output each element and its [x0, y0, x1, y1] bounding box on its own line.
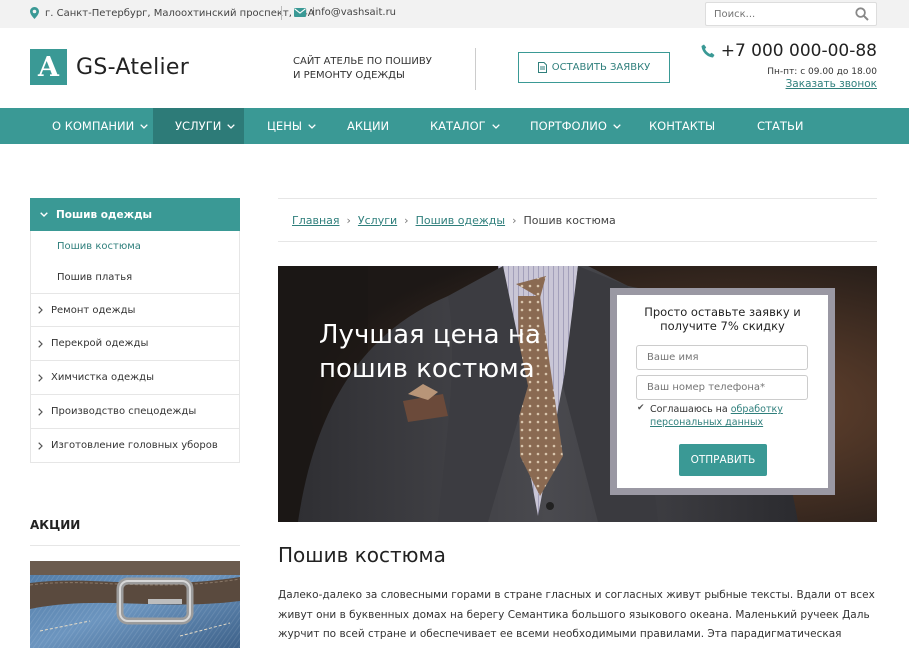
- phone[interactable]: +7 000 000-00-88: [701, 41, 877, 61]
- nav-label: ЦЕНЫ: [267, 119, 302, 133]
- address: г. Санкт-Петербург, Малоохтинский проспе…: [30, 7, 315, 19]
- nav-item-articles[interactable]: СТАТЬИ: [757, 108, 803, 144]
- sidebar-item-tailoring[interactable]: Пошив одежды: [30, 198, 240, 231]
- chevron-right-icon: [38, 373, 43, 382]
- search-icon[interactable]: [855, 7, 869, 21]
- breadcrumb-current: Пошив костюма: [523, 213, 616, 227]
- address-text: г. Санкт-Петербург, Малоохтинский проспе…: [45, 7, 315, 19]
- chevron-down-icon: [140, 123, 148, 129]
- envelope-icon: [294, 8, 306, 17]
- chevron-down-icon: [308, 123, 316, 129]
- order-button[interactable]: ОСТАВИТЬ ЗАЯВКУ: [518, 52, 670, 83]
- promo-section-title: АКЦИИ: [30, 518, 81, 532]
- breadcrumb-separator: ›: [404, 213, 409, 227]
- sidebar-subitem-suit[interactable]: Пошив костюма: [30, 231, 240, 262]
- nav-label: УСЛУГИ: [175, 119, 222, 133]
- divider: [30, 545, 240, 546]
- sidebar-item-recut[interactable]: Перекрой одежды: [30, 327, 240, 361]
- chevron-down-icon: [491, 123, 500, 129]
- consent-link-1[interactable]: обработку: [731, 404, 783, 415]
- callback-link[interactable]: Заказать звонок: [786, 78, 877, 90]
- sidebar-item-label: Перекрой одежды: [51, 338, 149, 349]
- chevron-down-icon: [40, 212, 48, 217]
- top-bar: г. Санкт-Петербург, Малоохтинский проспе…: [0, 0, 909, 28]
- nav-item-contacts[interactable]: КОНТАКТЫ: [649, 108, 715, 144]
- tagline-line-1: САЙТ АТЕЛЬЕ ПО ПОШИВУ: [293, 56, 432, 67]
- email-text[interactable]: info@vashsait.ru: [312, 7, 396, 18]
- nav-label: АКЦИИ: [347, 119, 390, 133]
- sidebar-subitem-dress[interactable]: Пошив платья: [30, 262, 240, 293]
- form-title: Просто оставьте заявку и получите 7% ски…: [617, 305, 828, 333]
- sidebar-item-label: Изготовление головных уборов: [51, 440, 218, 451]
- request-form-frame: Просто оставьте заявку и получите 7% ски…: [610, 288, 835, 495]
- phone-field[interactable]: [636, 375, 808, 400]
- nav-item-catalog[interactable]: КАТАЛОГ: [430, 108, 500, 144]
- consent-text: Соглашаюсь на: [650, 404, 731, 415]
- divider: [281, 6, 282, 20]
- chevron-down-icon: [613, 123, 621, 129]
- chevron-right-icon: [38, 306, 43, 314]
- breadcrumb-separator: ›: [346, 213, 351, 227]
- phone-icon: [701, 44, 715, 58]
- breadcrumb: Главная › Услуги › Пошив одежды › Пошив …: [278, 198, 877, 242]
- work-hours: Пн-пт: с 09.00 до 18.00: [767, 67, 877, 77]
- consent: ✔ Соглашаюсь на обработку персональных д…: [637, 403, 810, 429]
- phone-number[interactable]: +7 000 000-00-88: [721, 41, 877, 61]
- header-divider: [475, 48, 476, 90]
- name-field[interactable]: [636, 345, 808, 370]
- location-pin-icon: [30, 7, 39, 19]
- sidebar-item-label: Производство спецодежды: [51, 406, 197, 417]
- tagline: САЙТ АТЕЛЬЕ ПО ПОШИВУ И РЕМОНТУ ОДЕЖДЫ: [293, 55, 473, 83]
- nav-label: КАТАЛОГ: [430, 119, 486, 133]
- sidebar-item-drycleaning[interactable]: Химчистка одежды: [30, 361, 240, 395]
- search-box[interactable]: [705, 2, 877, 26]
- form-title-line-2: получите 7% скидку: [660, 319, 785, 333]
- consent-checkbox[interactable]: ✔: [637, 404, 646, 413]
- hero-title-line-2: пошив костюма: [319, 354, 535, 384]
- logo[interactable]: A GS-Atelier: [30, 49, 189, 85]
- nav-item-prices[interactable]: ЦЕНЫ: [267, 108, 316, 144]
- sidebar-item-workwear[interactable]: Производство спецодежды: [30, 395, 240, 429]
- breadcrumb-tailoring[interactable]: Пошив одежды: [416, 214, 506, 227]
- breadcrumb-services[interactable]: Услуги: [358, 214, 397, 227]
- sidebar-item-label: Пошив одежды: [56, 208, 153, 221]
- nav-label: СТАТЬИ: [757, 119, 804, 133]
- nav-item-services[interactable]: УСЛУГИ: [153, 108, 244, 144]
- page-title: Пошив костюма: [278, 543, 446, 567]
- consent-link-2[interactable]: персональных данных: [650, 417, 763, 428]
- nav-label: О КОМПАНИИ: [52, 119, 135, 133]
- submit-button[interactable]: ОТПРАВИТЬ: [679, 444, 767, 476]
- promo-image[interactable]: [30, 561, 240, 648]
- content-paragraph: Далеко-далеко за словесными горами в стр…: [278, 589, 875, 648]
- sidebar-item-label: Ремонт одежды: [51, 304, 136, 316]
- hero-title: Лучшая цена на пошив костюма: [319, 318, 579, 386]
- document-icon: [537, 62, 547, 73]
- hero-title-line-1: Лучшая цена на: [319, 320, 541, 350]
- sidebar-item-label: Химчистка одежды: [51, 372, 154, 383]
- main-nav: О КОМПАНИИ УСЛУГИ ЦЕНЫ АКЦИИ КАТАЛОГ ПОР…: [0, 108, 909, 144]
- chevron-right-icon: [38, 407, 43, 416]
- request-form: Просто оставьте заявку и получите 7% ски…: [617, 295, 828, 488]
- nav-item-company[interactable]: О КОМПАНИИ: [52, 108, 148, 144]
- nav-item-promo[interactable]: АКЦИИ: [347, 108, 389, 144]
- form-title-line-1: Просто оставьте заявку и: [644, 305, 801, 319]
- logo-name: GS-Atelier: [76, 54, 190, 80]
- search-input[interactable]: [714, 7, 844, 22]
- nav-label: КОНТАКТЫ: [649, 119, 716, 133]
- jeans-belt-image: [30, 561, 240, 648]
- sidebar-item-hats[interactable]: Изготовление головных уборов: [30, 429, 240, 463]
- email[interactable]: info@vashsait.ru: [294, 7, 396, 18]
- breadcrumb-separator: ›: [512, 213, 517, 227]
- chevron-right-icon: [38, 441, 43, 450]
- order-button-label: ОСТАВИТЬ ЗАЯВКУ: [551, 62, 651, 73]
- sidebar-item-repair[interactable]: Ремонт одежды: [30, 293, 240, 327]
- chevron-right-icon: [38, 339, 43, 348]
- nav-item-portfolio[interactable]: ПОРТФОЛИО: [530, 108, 621, 144]
- chevron-down-icon: [227, 123, 236, 129]
- sidebar-menu: Пошив одежды Пошив костюма Пошив платья …: [30, 198, 240, 463]
- tagline-line-2: И РЕМОНТУ ОДЕЖДЫ: [293, 70, 405, 81]
- logo-mark: A: [30, 49, 67, 85]
- nav-label: ПОРТФОЛИО: [530, 119, 607, 133]
- breadcrumb-home[interactable]: Главная: [292, 214, 340, 227]
